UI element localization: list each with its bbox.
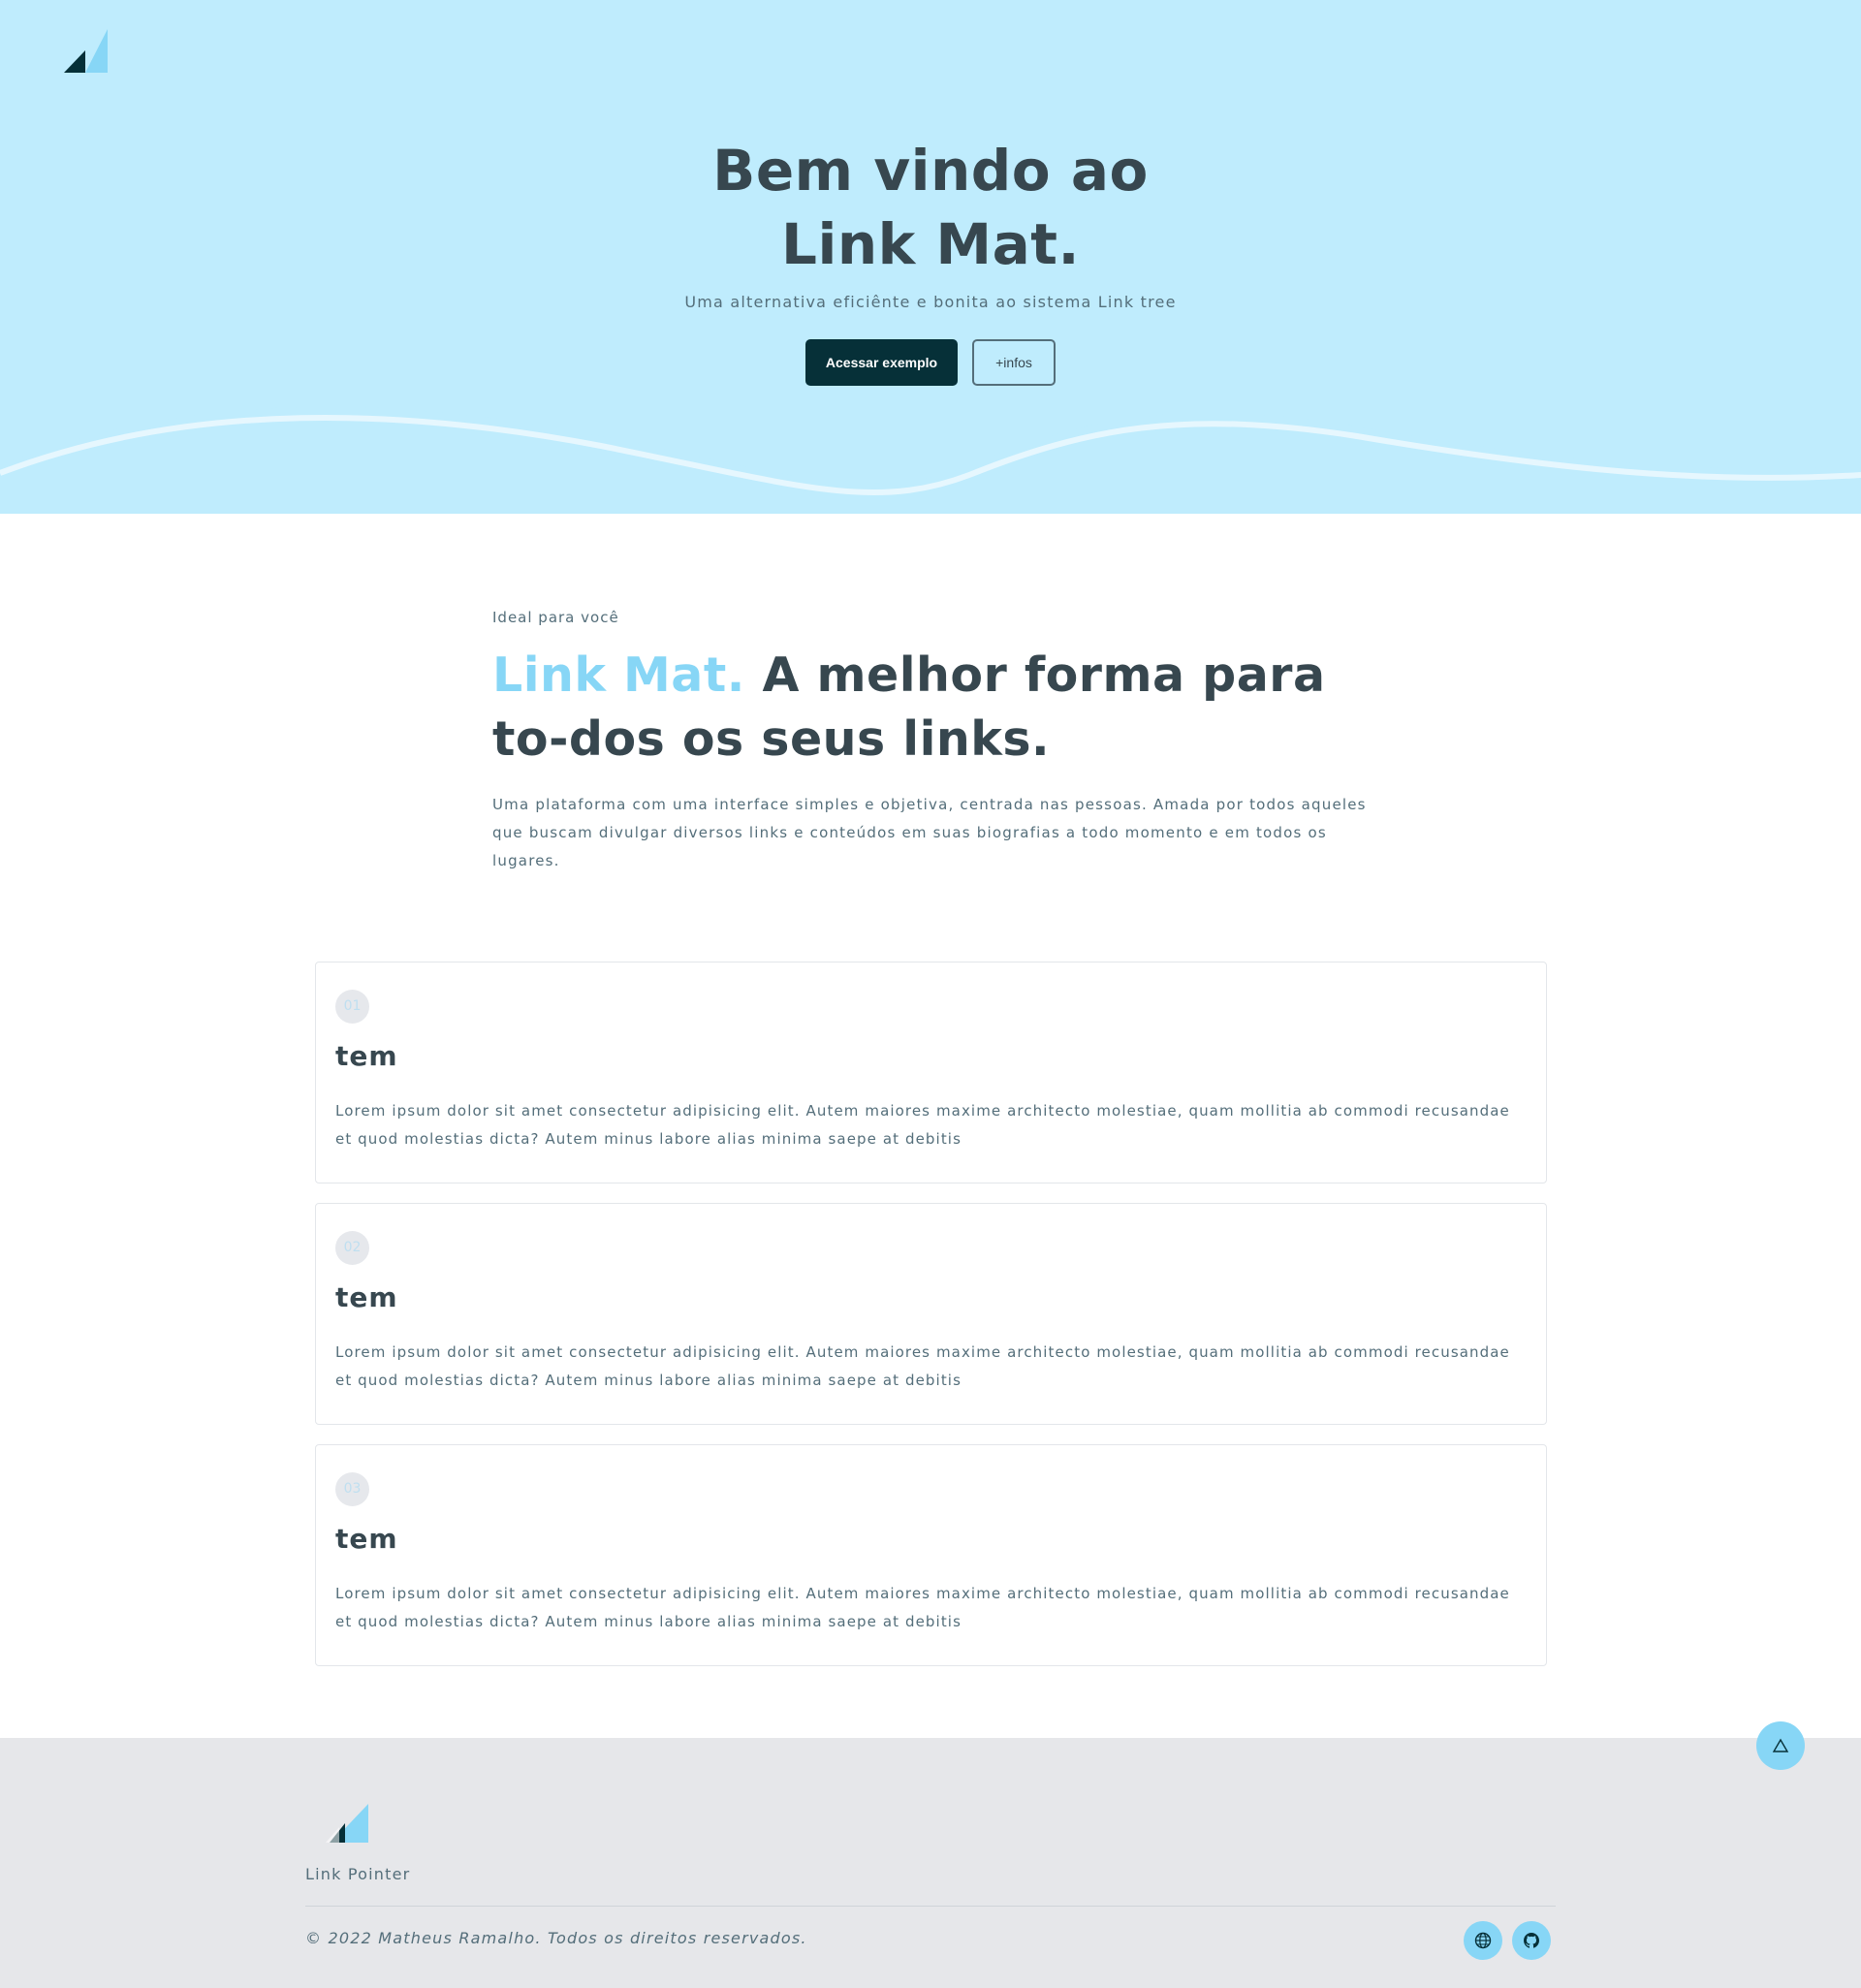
triangle-up-icon — [1772, 1738, 1789, 1752]
hero-subtitle: Uma alternativa eficiênte e bonita ao si… — [684, 293, 1177, 311]
footer-logo-icon[interactable] — [320, 1804, 368, 1843]
about-kicker: Ideal para você — [492, 609, 619, 626]
hero-title: Bem vindo ao Link Mat. — [0, 134, 1861, 281]
footer-divider — [305, 1906, 1556, 1907]
github-link[interactable] — [1512, 1921, 1551, 1960]
github-icon — [1524, 1933, 1539, 1948]
hero-title-line1: Bem vindo ao — [712, 138, 1149, 204]
hero-title-line2: Link Mat. — [780, 211, 1080, 277]
logo-icon[interactable] — [64, 29, 108, 73]
more-info-button[interactable]: +infos — [972, 339, 1056, 386]
card-title: tem — [335, 1281, 398, 1313]
footer — [0, 1738, 1861, 1988]
card-number-badge: 03 — [335, 1472, 369, 1506]
card-text: Lorem ipsum dolor sit amet consectetur a… — [335, 1585, 1510, 1630]
card-number-badge: 02 — [335, 1231, 369, 1265]
card-title: tem — [335, 1523, 398, 1555]
card-number-badge: 01 — [335, 990, 369, 1024]
footer-copyright: © 2022 Matheus Ramalho. Todos os direito… — [305, 1929, 807, 1947]
about-title: Link Mat. A melhor forma para to-dos os … — [492, 644, 1384, 772]
about-text: Uma plataforma com uma interface simples… — [492, 796, 1367, 869]
scroll-to-top-button[interactable] — [1756, 1721, 1805, 1770]
feature-card: 03 tem Lorem ipsum dolor sit amet consec… — [315, 1444, 1547, 1666]
globe-icon — [1474, 1932, 1492, 1949]
globe-link[interactable] — [1464, 1921, 1502, 1960]
card-text: Lorem ipsum dolor sit amet consectetur a… — [335, 1343, 1510, 1389]
access-example-button[interactable]: Acessar exemplo — [805, 339, 958, 386]
about-title-accent: Link Mat. — [492, 647, 745, 703]
feature-card: 01 tem Lorem ipsum dolor sit amet consec… — [315, 962, 1547, 1183]
footer-brand: Link Pointer — [305, 1865, 411, 1883]
hero-wave — [0, 407, 1861, 495]
card-title: tem — [335, 1040, 398, 1072]
card-text: Lorem ipsum dolor sit amet consectetur a… — [335, 1102, 1510, 1148]
feature-card: 02 tem Lorem ipsum dolor sit amet consec… — [315, 1203, 1547, 1425]
